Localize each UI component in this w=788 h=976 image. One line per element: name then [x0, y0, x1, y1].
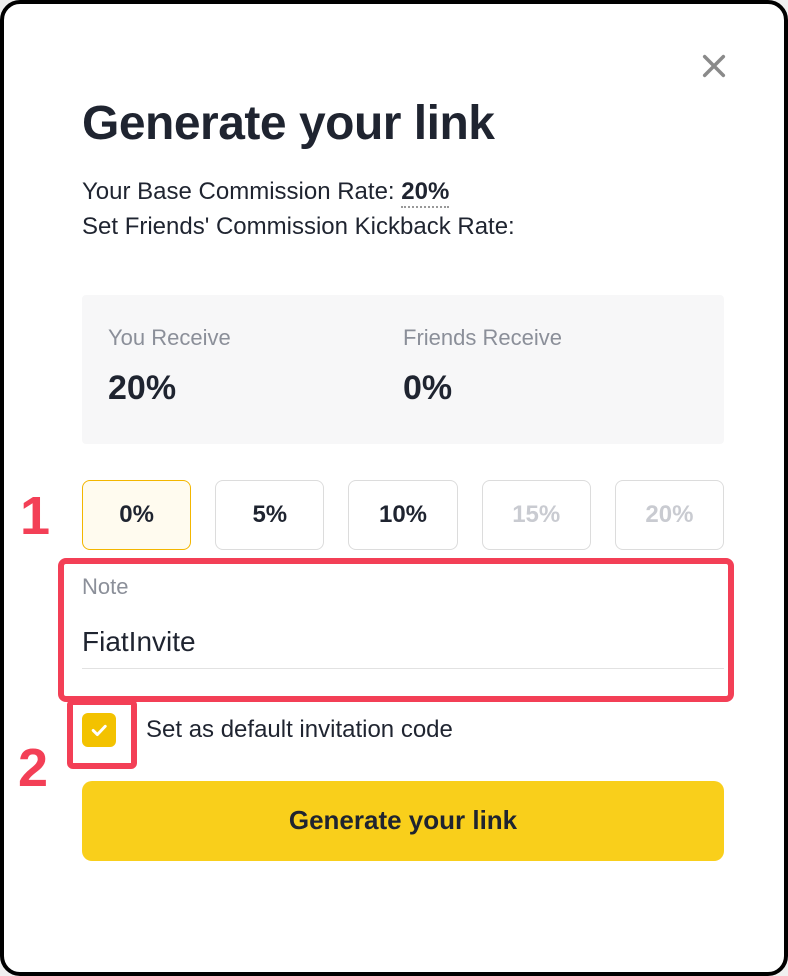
note-label: Note	[82, 560, 724, 600]
kickback-option-0[interactable]: 0%	[82, 480, 191, 550]
generate-link-button[interactable]: Generate your link	[82, 781, 724, 861]
annotation-number-2: 2	[18, 741, 48, 795]
kickback-option-10[interactable]: 10%	[348, 480, 457, 550]
note-input[interactable]	[82, 626, 724, 669]
kickback-option-20: 20%	[615, 480, 724, 550]
kickback-rate-label: Set Friends' Commission Kickback Rate:	[82, 210, 724, 245]
friends-receive-label: Friends Receive	[403, 325, 698, 351]
close-button[interactable]	[696, 48, 732, 84]
close-icon	[700, 52, 728, 80]
note-section: Note	[82, 560, 724, 669]
rates-summary-panel: You Receive 20% Friends Receive 0%	[82, 295, 724, 444]
default-code-checkbox[interactable]	[82, 713, 116, 747]
annotation-number-1: 1	[20, 489, 50, 543]
modal-dialog: 1 2 Generate your link Your Base Commiss…	[0, 0, 788, 976]
base-rate-label: Your Base Commission Rate:	[82, 178, 395, 205]
kickback-option-5[interactable]: 5%	[215, 480, 324, 550]
base-rate-value: 20%	[401, 178, 449, 208]
kickback-option-15: 15%	[482, 480, 591, 550]
check-icon	[89, 720, 109, 740]
you-receive-label: You Receive	[108, 325, 403, 351]
modal-title: Generate your link	[82, 96, 724, 151]
friends-receive-value: 0%	[403, 369, 698, 408]
kickback-options-row: 0% 5% 10% 15% 20%	[82, 480, 724, 550]
you-receive-value: 20%	[108, 369, 403, 408]
default-code-row: Set as default invitation code	[82, 713, 724, 747]
default-code-label: Set as default invitation code	[146, 716, 453, 744]
base-rate-line: Your Base Commission Rate: 20%	[82, 175, 724, 210]
